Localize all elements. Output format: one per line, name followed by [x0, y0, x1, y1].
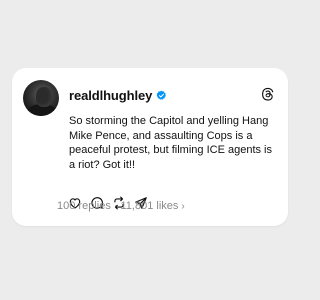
avatar[interactable]: [23, 80, 59, 116]
threads-logo-icon[interactable]: [261, 87, 275, 101]
replies-count[interactable]: 100 replies: [57, 200, 111, 212]
username[interactable]: realdlhughley: [69, 88, 152, 103]
likes-count[interactable]: 11,801 likes: [121, 200, 179, 212]
post-text: So storming the Capitol and yelling Hang…: [69, 115, 272, 171]
verified-badge-icon: [156, 90, 167, 100]
post-stats: 100 replies · 11,801 likes ›: [57, 200, 185, 212]
stats-separator: ·: [113, 200, 118, 212]
username-row: realdlhughley: [69, 87, 167, 103]
chevron-right-icon[interactable]: ›: [181, 201, 184, 212]
avatar-face: [36, 87, 52, 107]
